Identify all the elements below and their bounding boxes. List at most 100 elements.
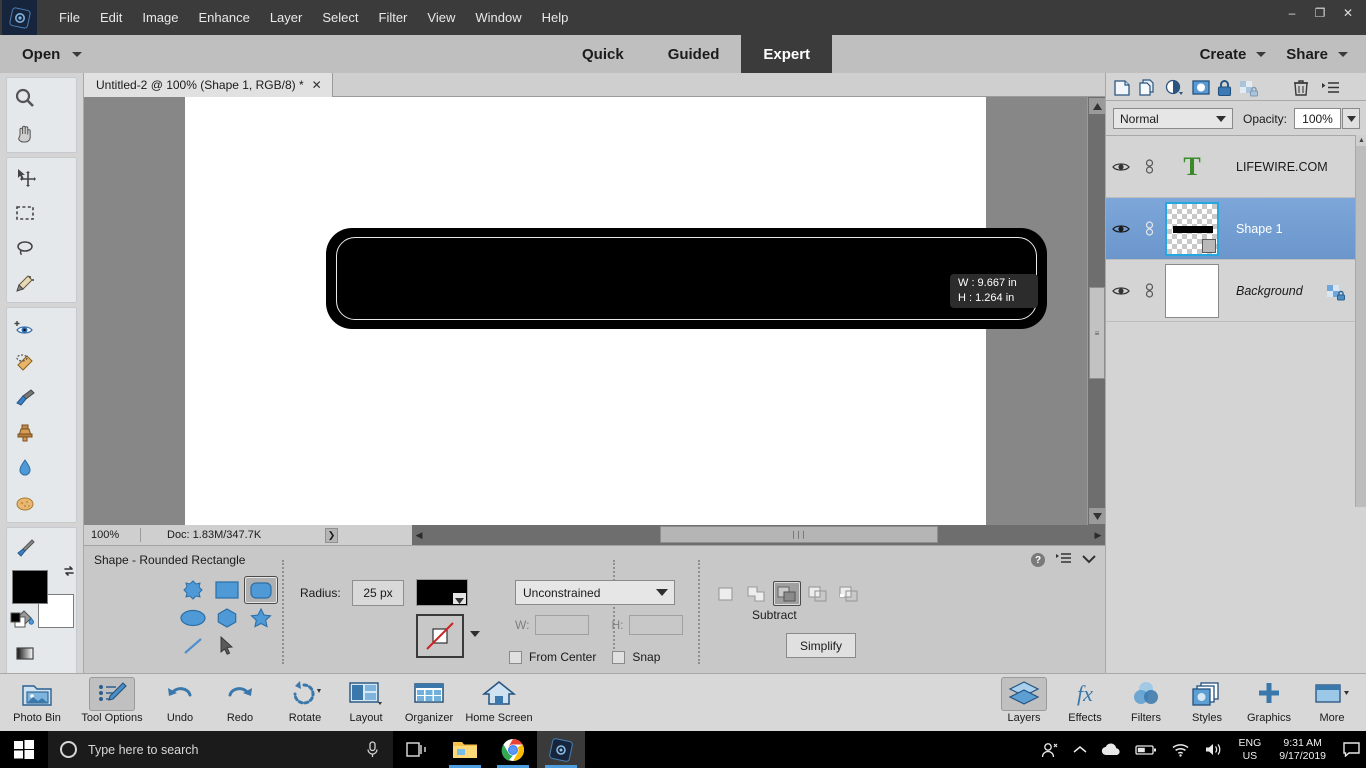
restore-button[interactable]: ❐ [1306, 2, 1334, 24]
battery-icon[interactable] [1128, 731, 1164, 768]
lock-transparency-icon[interactable] [1239, 79, 1259, 97]
dock-graphics[interactable]: Graphics [1238, 677, 1300, 729]
redo-icon[interactable] [218, 677, 262, 711]
shape-color-swatch[interactable] [416, 579, 468, 606]
simplify-button[interactable]: Simplify [786, 633, 856, 658]
document-tab[interactable]: Untitled-2 @ 100% (Shape 1, RGB/8) * ✕ [84, 73, 333, 97]
foreground-color-swatch[interactable] [12, 570, 48, 604]
dock-home-screen[interactable]: Home Screen [461, 677, 537, 729]
new-shape-layer-button[interactable] [711, 581, 739, 606]
smart-brush-tool[interactable] [7, 380, 42, 415]
dock-undo[interactable]: Undo [152, 677, 208, 729]
polygon-shape-button[interactable] [210, 604, 244, 632]
swap-colors-icon[interactable] [62, 564, 76, 581]
menu-help[interactable]: Help [532, 6, 579, 29]
gradient-tool[interactable] [7, 635, 42, 670]
effects-fx-icon[interactable]: fx [1062, 677, 1108, 711]
dock-tool-options[interactable]: Tool Options [78, 677, 146, 729]
dock-styles[interactable]: Styles [1178, 677, 1236, 729]
layer-name[interactable]: LIFEWIRE.COM [1236, 160, 1328, 174]
opacity-slider-button[interactable] [1342, 108, 1360, 129]
duplicate-layer-icon[interactable] [1138, 78, 1158, 97]
checkbox-box[interactable] [612, 650, 626, 664]
lasso-tool[interactable] [7, 230, 42, 265]
dock-effects[interactable]: fx Effects [1056, 677, 1114, 729]
chevron-down-icon[interactable] [1256, 51, 1267, 57]
default-colors-icon[interactable] [10, 612, 28, 635]
styles-icon[interactable] [1185, 677, 1229, 711]
menu-view[interactable]: View [417, 6, 465, 29]
dock-organizer[interactable]: Organizer [396, 677, 462, 729]
collapse-icon[interactable] [1082, 551, 1096, 569]
color-swatches[interactable] [10, 566, 74, 628]
subtract-from-shape-area-button[interactable] [773, 581, 801, 606]
shape-selection-tool-button[interactable] [210, 632, 244, 660]
panel-menu-icon[interactable] [1056, 551, 1071, 569]
layer-thumbnail[interactable]: T [1164, 139, 1220, 195]
red-eye-removal-tool[interactable] [7, 310, 42, 345]
menu-image[interactable]: Image [132, 6, 188, 29]
scroll-right-icon[interactable]: ▶ [1091, 526, 1105, 544]
rounded-rectangle-shape-button[interactable] [244, 576, 278, 604]
layer-link-icon[interactable] [1136, 158, 1162, 175]
scroll-up-icon[interactable]: ▲ [1356, 135, 1366, 146]
windows-start-icon[interactable] [0, 731, 48, 768]
layers-icon[interactable] [1001, 677, 1047, 711]
chevron-down-icon[interactable] [470, 631, 480, 637]
tab-expert[interactable]: Expert [741, 35, 833, 73]
tab-quick[interactable]: Quick [560, 35, 646, 73]
panel-menu-icon[interactable] [1322, 81, 1339, 94]
blend-mode-select[interactable]: Normal [1113, 108, 1233, 129]
delete-layer-icon[interactable] [1293, 79, 1309, 97]
language-indicator[interactable]: ENG US [1231, 731, 1270, 768]
menu-select[interactable]: Select [312, 6, 368, 29]
menu-file[interactable]: File [49, 6, 90, 29]
tool-options-icon[interactable] [89, 677, 135, 711]
move-tool[interactable] [7, 160, 42, 195]
zoom-level[interactable]: 100% [84, 529, 140, 541]
share-button[interactable]: Share [1286, 46, 1348, 63]
rectangular-marquee-tool[interactable] [7, 195, 42, 230]
layer-visibility-icon[interactable] [1106, 161, 1136, 173]
intersect-shape-areas-button[interactable] [804, 581, 832, 606]
document-canvas[interactable] [185, 97, 1047, 525]
menu-enhance[interactable]: Enhance [189, 6, 260, 29]
layer-link-icon[interactable] [1136, 220, 1162, 237]
canvas-horizontal-scrollbar[interactable]: ◀ ∣∣∣ ▶ [412, 525, 1105, 545]
graphics-plus-icon[interactable] [1247, 677, 1291, 711]
quick-selection-tool[interactable] [7, 265, 42, 300]
volume-icon[interactable] [1197, 731, 1231, 768]
horizontal-scroll-thumb[interactable]: ∣∣∣ [660, 526, 938, 543]
height-input[interactable] [629, 615, 684, 635]
background-layer-thumbnail[interactable] [1165, 263, 1219, 318]
shape-layer-thumbnail[interactable] [1165, 201, 1219, 256]
google-chrome-icon[interactable] [489, 731, 537, 768]
people-icon[interactable] [1034, 731, 1066, 768]
star-shape-button[interactable] [244, 604, 278, 632]
minimize-button[interactable]: – [1278, 2, 1306, 24]
chevron-down-icon[interactable] [1338, 51, 1348, 57]
chevron-down-icon[interactable] [1216, 116, 1226, 122]
close-icon[interactable]: ✕ [312, 78, 322, 92]
layer-row[interactable]: Shape 1 [1106, 198, 1360, 260]
scroll-up-icon[interactable] [1089, 98, 1105, 114]
adjustment-layer-icon[interactable] [1165, 79, 1185, 97]
microphone-icon[interactable] [366, 741, 379, 763]
opacity-input[interactable]: 100% [1294, 108, 1341, 129]
add-to-shape-area-button[interactable] [742, 581, 770, 606]
layer-visibility-icon[interactable] [1106, 223, 1136, 235]
rotate-icon[interactable] [280, 677, 330, 711]
layer-visibility-icon[interactable] [1106, 285, 1136, 297]
new-layer-icon[interactable] [1113, 79, 1131, 97]
blur-tool[interactable] [7, 450, 42, 485]
layer-row[interactable]: Background [1106, 260, 1360, 322]
layer-thumbnail[interactable] [1164, 201, 1220, 257]
chevron-down-icon[interactable] [453, 593, 466, 604]
dock-layout[interactable]: Layout [337, 677, 395, 729]
scroll-left-icon[interactable]: ◀ [412, 526, 426, 544]
layer-thumbnail[interactable] [1164, 263, 1220, 319]
dock-layers[interactable]: Layers [995, 677, 1053, 729]
menu-layer[interactable]: Layer [260, 6, 313, 29]
filters-icon[interactable] [1124, 677, 1168, 711]
photo-bin-icon[interactable] [15, 677, 59, 711]
